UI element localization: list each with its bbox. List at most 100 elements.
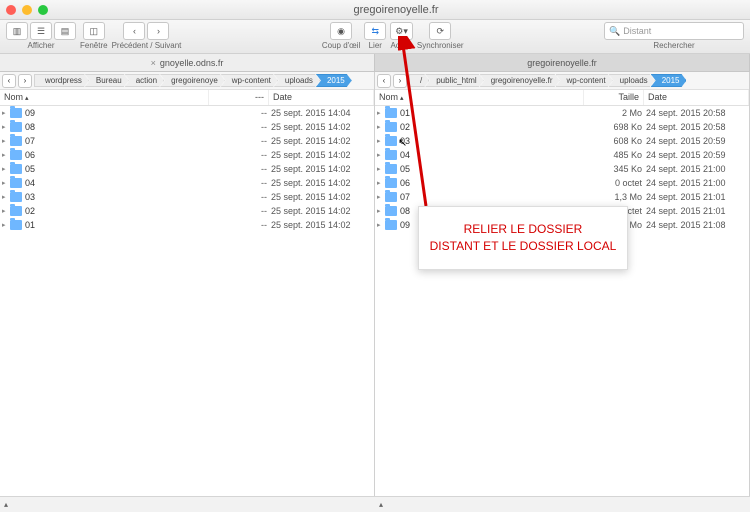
disclosure-icon[interactable]: ▸ xyxy=(2,137,10,145)
table-row[interactable]: ▸02--25 sept. 2015 14:02 xyxy=(0,204,374,218)
local-status: ▴ xyxy=(0,497,375,512)
window-split-button[interactable]: ◫ xyxy=(83,22,105,40)
disclosure-icon[interactable]: ▸ xyxy=(2,165,10,173)
breadcrumb-item[interactable]: 2015 xyxy=(316,74,352,87)
breadcrumb-item[interactable]: gregoirenoye xyxy=(160,74,225,87)
breadcrumb-item[interactable]: wp-content xyxy=(556,74,613,87)
disclosure-icon[interactable]: ▸ xyxy=(377,151,385,159)
table-row[interactable]: ▸02698 Ko24 sept. 2015 20:58 xyxy=(375,120,749,134)
folder-icon xyxy=(385,192,397,202)
view-icon-button[interactable]: ▥ xyxy=(6,22,28,40)
link-button[interactable]: ⇆ xyxy=(364,22,386,40)
breadcrumb-item[interactable]: action xyxy=(125,74,164,87)
file-size: -- xyxy=(207,178,267,188)
quicklook-button[interactable]: ◉ xyxy=(330,22,352,40)
remote-fwd-button[interactable]: › xyxy=(393,74,407,88)
minimize-window[interactable] xyxy=(22,5,32,15)
table-row[interactable]: ▸07--25 sept. 2015 14:02 xyxy=(0,134,374,148)
split-panes: ‹ › wordpressBureauactiongregoirenoyewp-… xyxy=(0,72,750,496)
disclosure-icon[interactable]: ▸ xyxy=(2,221,10,229)
col-date[interactable]: Date xyxy=(269,90,374,105)
disclosure-icon[interactable]: ▸ xyxy=(377,109,385,117)
col-name[interactable]: Nom xyxy=(375,90,584,105)
disclosure-icon[interactable]: ▸ xyxy=(2,123,10,131)
sync-button[interactable]: ⟳ xyxy=(429,22,451,40)
file-size: 0 octet xyxy=(582,178,642,188)
col-size[interactable]: Taille xyxy=(584,90,644,105)
table-row[interactable]: ▸05--25 sept. 2015 14:02 xyxy=(0,162,374,176)
disclosure-icon[interactable]: ▸ xyxy=(2,207,10,215)
breadcrumb-item[interactable]: uploads xyxy=(274,74,320,87)
disclosure-icon[interactable]: ▸ xyxy=(2,151,10,159)
breadcrumb-item[interactable]: / xyxy=(409,74,429,87)
view-column-button[interactable]: ▤ xyxy=(54,22,76,40)
local-back-button[interactable]: ‹ xyxy=(2,74,16,88)
file-date: 24 sept. 2015 20:59 xyxy=(642,136,747,146)
close-icon[interactable]: × xyxy=(151,58,156,68)
tab-gregoirenoyelle[interactable]: gregoirenoyelle.fr xyxy=(375,54,750,71)
close-window[interactable] xyxy=(6,5,16,15)
table-row[interactable]: ▸06--25 sept. 2015 14:02 xyxy=(0,148,374,162)
file-name: 05 xyxy=(400,164,582,174)
action-button[interactable]: ⚙︎▾ xyxy=(390,22,413,40)
col-name[interactable]: Nom xyxy=(0,90,209,105)
sync-group: ⟳ Synchroniser xyxy=(417,22,464,50)
col-date[interactable]: Date xyxy=(644,90,749,105)
table-row[interactable]: ▸03608 Ko24 sept. 2015 20:59 xyxy=(375,134,749,148)
search-placeholder: Distant xyxy=(623,26,651,36)
file-date: 25 sept. 2015 14:02 xyxy=(267,136,372,146)
breadcrumb-item[interactable]: public_html xyxy=(425,74,483,87)
breadcrumb-item[interactable]: wp-content xyxy=(221,74,278,87)
remote-status: ▴ xyxy=(375,497,750,512)
disclosure-icon[interactable]: ▸ xyxy=(377,137,385,145)
disclosure-icon[interactable]: ▸ xyxy=(2,179,10,187)
breadcrumb-item[interactable]: wordpress xyxy=(34,74,89,87)
folder-icon xyxy=(385,206,397,216)
table-row[interactable]: ▸012 Mo24 sept. 2015 20:58 xyxy=(375,106,749,120)
tab-bar: ×gnoyelle.odns.fr gregoirenoyelle.fr xyxy=(0,54,750,72)
table-row[interactable]: ▸03--25 sept. 2015 14:02 xyxy=(0,190,374,204)
breadcrumb-item[interactable]: Bureau xyxy=(85,74,129,87)
nav-label: Précédent / Suivant xyxy=(112,41,182,50)
breadcrumb-item[interactable]: uploads xyxy=(609,74,655,87)
table-row[interactable]: ▸08--25 sept. 2015 14:02 xyxy=(0,120,374,134)
table-row[interactable]: ▸09--25 sept. 2015 14:04 xyxy=(0,106,374,120)
table-row[interactable]: ▸071,3 Mo24 sept. 2015 21:01 xyxy=(375,190,749,204)
col-size[interactable]: --- xyxy=(209,90,269,105)
quicklook-group: ◉ Coup d'œil xyxy=(322,22,360,50)
file-date: 25 sept. 2015 14:02 xyxy=(267,220,372,230)
table-row[interactable]: ▸04--25 sept. 2015 14:02 xyxy=(0,176,374,190)
table-row[interactable]: ▸060 octet24 sept. 2015 21:00 xyxy=(375,176,749,190)
file-date: 24 sept. 2015 20:59 xyxy=(642,150,747,160)
back-button[interactable]: ‹ xyxy=(123,22,145,40)
zoom-window[interactable] xyxy=(38,5,48,15)
search-input[interactable]: 🔍 Distant xyxy=(604,22,744,40)
disclosure-icon[interactable]: ▸ xyxy=(377,123,385,131)
folder-icon xyxy=(10,136,22,146)
status-bar: ▴ ▴ xyxy=(0,496,750,512)
file-size: -- xyxy=(207,192,267,202)
view-list-button[interactable]: ☰ xyxy=(30,22,52,40)
disclosure-icon[interactable]: ▸ xyxy=(377,165,385,173)
tab-gnoyelle[interactable]: ×gnoyelle.odns.fr xyxy=(0,54,375,71)
breadcrumb-item[interactable]: 2015 xyxy=(651,74,687,87)
forward-button[interactable]: › xyxy=(147,22,169,40)
file-name: 09 xyxy=(25,108,207,118)
table-row[interactable]: ▸01--25 sept. 2015 14:02 xyxy=(0,218,374,232)
remote-rows: ▸012 Mo24 sept. 2015 20:58▸02698 Ko24 se… xyxy=(375,106,749,496)
disclosure-icon[interactable]: ▸ xyxy=(377,193,385,201)
disclosure-icon[interactable]: ▸ xyxy=(2,109,10,117)
breadcrumb-item[interactable]: gregoirenoyelle.fr xyxy=(480,74,560,87)
disclosure-icon[interactable]: ▸ xyxy=(377,221,385,229)
disclosure-icon[interactable]: ▸ xyxy=(377,207,385,215)
file-name: 02 xyxy=(25,206,207,216)
file-size: 698 Ko xyxy=(582,122,642,132)
folder-icon xyxy=(385,136,397,146)
disclosure-icon[interactable]: ▸ xyxy=(2,193,10,201)
table-row[interactable]: ▸04485 Ko24 sept. 2015 20:59 xyxy=(375,148,749,162)
remote-back-button[interactable]: ‹ xyxy=(377,74,391,88)
file-date: 25 sept. 2015 14:02 xyxy=(267,150,372,160)
disclosure-icon[interactable]: ▸ xyxy=(377,179,385,187)
local-fwd-button[interactable]: › xyxy=(18,74,32,88)
table-row[interactable]: ▸05345 Ko24 sept. 2015 21:00 xyxy=(375,162,749,176)
